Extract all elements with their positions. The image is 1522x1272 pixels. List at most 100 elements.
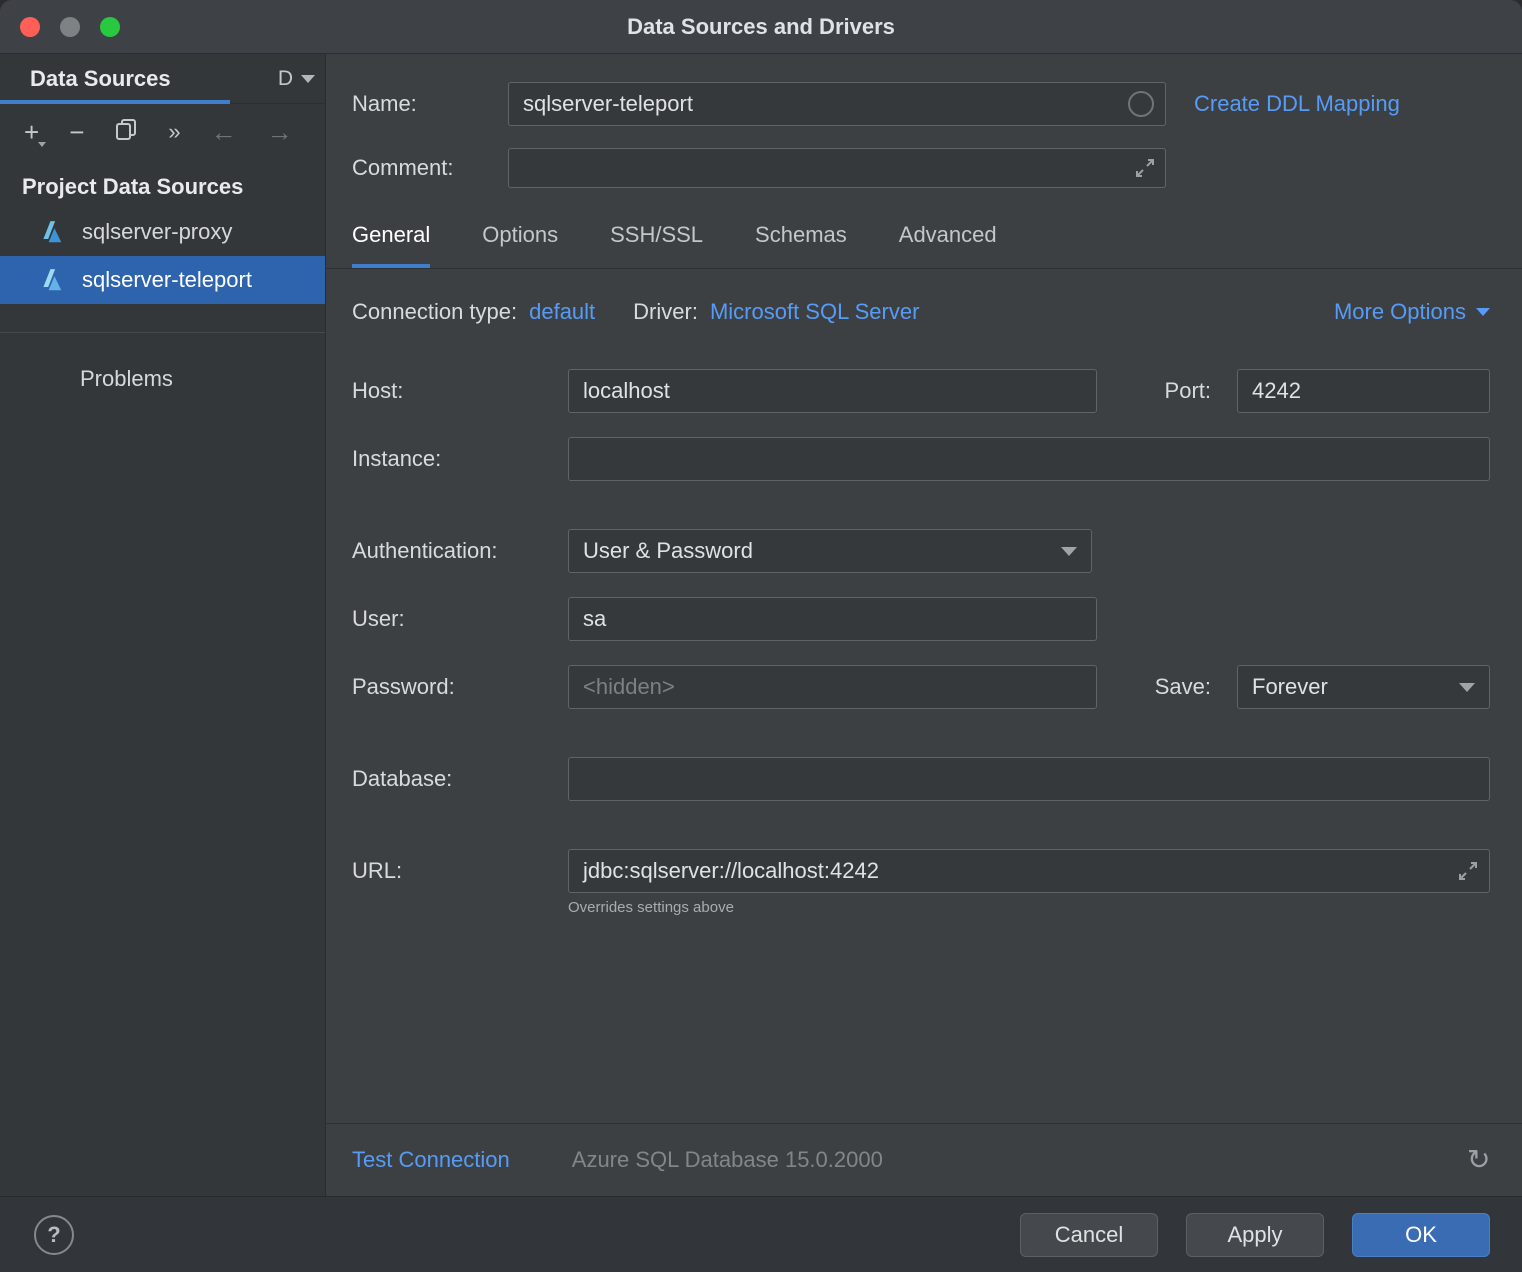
tab-bar: General Options SSH/SSL Schemas Advanced	[352, 222, 1490, 268]
driver-value-link[interactable]: Microsoft SQL Server	[710, 299, 919, 325]
ok-button[interactable]: OK	[1352, 1213, 1490, 1257]
host-input[interactable]	[568, 369, 1097, 413]
chevron-down-icon	[1061, 547, 1077, 556]
save-group: Save: Forever	[1155, 665, 1490, 709]
save-select[interactable]: Forever	[1237, 665, 1490, 709]
dialog-content: Data Sources D + −	[0, 54, 1522, 1196]
tab-options[interactable]: Options	[482, 222, 558, 268]
sidebar-drivers-dropdown[interactable]: D	[278, 67, 325, 91]
sidebar-dropdown-partial-label: D	[278, 67, 293, 91]
forward-button[interactable]: →	[267, 119, 293, 145]
plus-caret-icon	[38, 142, 46, 147]
main-footer: Test Connection Azure SQL Database 15.0.…	[352, 1124, 1490, 1196]
password-input[interactable]	[568, 665, 1097, 709]
sidebar-item-sqlserver-teleport[interactable]: sqlserver-teleport	[0, 256, 325, 304]
sidebar-item-problems[interactable]: Problems	[0, 357, 325, 401]
comment-row: Comment:	[352, 148, 1490, 188]
add-data-source-button[interactable]: +	[24, 119, 39, 145]
database-input[interactable]	[568, 757, 1490, 801]
tab-advanced[interactable]: Advanced	[899, 222, 997, 268]
save-label: Save:	[1155, 674, 1211, 700]
azure-sql-icon	[38, 267, 64, 293]
duplicate-data-source-button[interactable]	[114, 118, 138, 146]
user-input[interactable]	[568, 597, 1097, 641]
instance-label: Instance:	[352, 446, 568, 472]
authentication-value: User & Password	[583, 538, 753, 564]
url-row: URL: jdbc:sqlserver://localhost:4242	[352, 849, 1490, 893]
more-options-button[interactable]: More Options	[1334, 299, 1490, 325]
password-label: Password:	[352, 674, 568, 700]
comment-input-wrap	[508, 148, 1166, 188]
sidebar-item-sqlserver-proxy[interactable]: sqlserver-proxy	[0, 208, 325, 256]
save-value: Forever	[1252, 674, 1328, 700]
main-panel: Name: Create DDL Mapping Comment:	[326, 54, 1522, 1196]
spacer	[352, 916, 1490, 1123]
tab-ssh-ssl[interactable]: SSH/SSL	[610, 222, 703, 268]
bottom-bar: ? Cancel Apply OK	[0, 1196, 1522, 1272]
form-area: Host: Port: Instance: Authentication: Us…	[352, 369, 1490, 916]
chevron-down-icon	[1459, 683, 1475, 692]
url-hint: Overrides settings above	[568, 899, 1490, 916]
tab-schemas[interactable]: Schemas	[755, 222, 847, 268]
name-label: Name:	[352, 91, 508, 117]
chevron-down-icon	[1476, 308, 1490, 316]
driver-label: Driver:	[633, 299, 698, 325]
window-title: Data Sources and Drivers	[0, 14, 1522, 40]
more-options-label: More Options	[1334, 299, 1466, 325]
connection-type-row: Connection type: default Driver: Microso…	[352, 299, 1490, 325]
port-input[interactable]	[1237, 369, 1490, 413]
user-row: User:	[352, 597, 1490, 641]
remove-data-source-button[interactable]: −	[69, 119, 84, 145]
sidebar-tab-underline	[0, 100, 230, 104]
dialog-buttons: Cancel Apply OK	[1020, 1213, 1490, 1257]
name-input[interactable]	[508, 82, 1166, 126]
authentication-row: Authentication: User & Password	[352, 529, 1490, 573]
back-button[interactable]: ←	[211, 119, 237, 145]
connection-type-label: Connection type:	[352, 299, 517, 325]
expand-icon[interactable]	[1457, 860, 1479, 882]
sidebar: Data Sources D + −	[0, 54, 326, 1196]
revert-icon[interactable]: ↺	[1467, 1146, 1490, 1174]
name-input-wrap	[508, 82, 1166, 126]
sidebar-divider	[0, 332, 325, 333]
authentication-select[interactable]: User & Password	[568, 529, 1092, 573]
database-row: Database:	[352, 757, 1490, 801]
comment-input[interactable]	[508, 148, 1166, 188]
sidebar-toolbar: + − » ← →	[0, 104, 325, 160]
copy-icon	[114, 118, 138, 142]
database-label: Database:	[352, 766, 568, 792]
instance-input[interactable]	[568, 437, 1490, 481]
loading-circle-icon	[1128, 91, 1154, 117]
host-row: Host: Port:	[352, 369, 1490, 413]
connection-status-text: Azure SQL Database 15.0.2000	[572, 1147, 883, 1173]
sidebar-header: Data Sources D	[0, 54, 325, 104]
comment-label: Comment:	[352, 155, 508, 181]
url-input[interactable]: jdbc:sqlserver://localhost:4242	[568, 849, 1490, 893]
title-bar: Data Sources and Drivers	[0, 0, 1522, 54]
connection-type-value[interactable]: default	[529, 299, 595, 325]
user-label: User:	[352, 606, 568, 632]
plus-icon: +	[24, 117, 39, 147]
help-button[interactable]: ?	[34, 1215, 74, 1255]
chevron-down-icon	[301, 75, 315, 83]
name-row: Name: Create DDL Mapping	[352, 82, 1490, 126]
tab-general[interactable]: General	[352, 222, 430, 268]
port-label: Port:	[1165, 378, 1211, 404]
url-label: URL:	[352, 858, 568, 884]
port-group: Port:	[1165, 369, 1490, 413]
url-value: jdbc:sqlserver://localhost:4242	[583, 858, 879, 884]
expand-icon[interactable]	[1134, 157, 1156, 179]
instance-row: Instance:	[352, 437, 1490, 481]
test-connection-link[interactable]: Test Connection	[352, 1147, 510, 1173]
data-source-label: sqlserver-proxy	[82, 219, 232, 245]
host-label: Host:	[352, 378, 568, 404]
create-ddl-mapping-link[interactable]: Create DDL Mapping	[1194, 91, 1400, 117]
project-data-sources-header: Project Data Sources	[0, 160, 325, 208]
cancel-button[interactable]: Cancel	[1020, 1213, 1158, 1257]
sidebar-tab-data-sources[interactable]: Data Sources	[0, 66, 171, 92]
data-sources-dialog: Data Sources and Drivers Data Sources D …	[0, 0, 1522, 1272]
tabs-divider	[326, 268, 1522, 269]
more-actions-button[interactable]: »	[168, 121, 180, 143]
apply-button[interactable]: Apply	[1186, 1213, 1324, 1257]
data-source-label: sqlserver-teleport	[82, 267, 252, 293]
